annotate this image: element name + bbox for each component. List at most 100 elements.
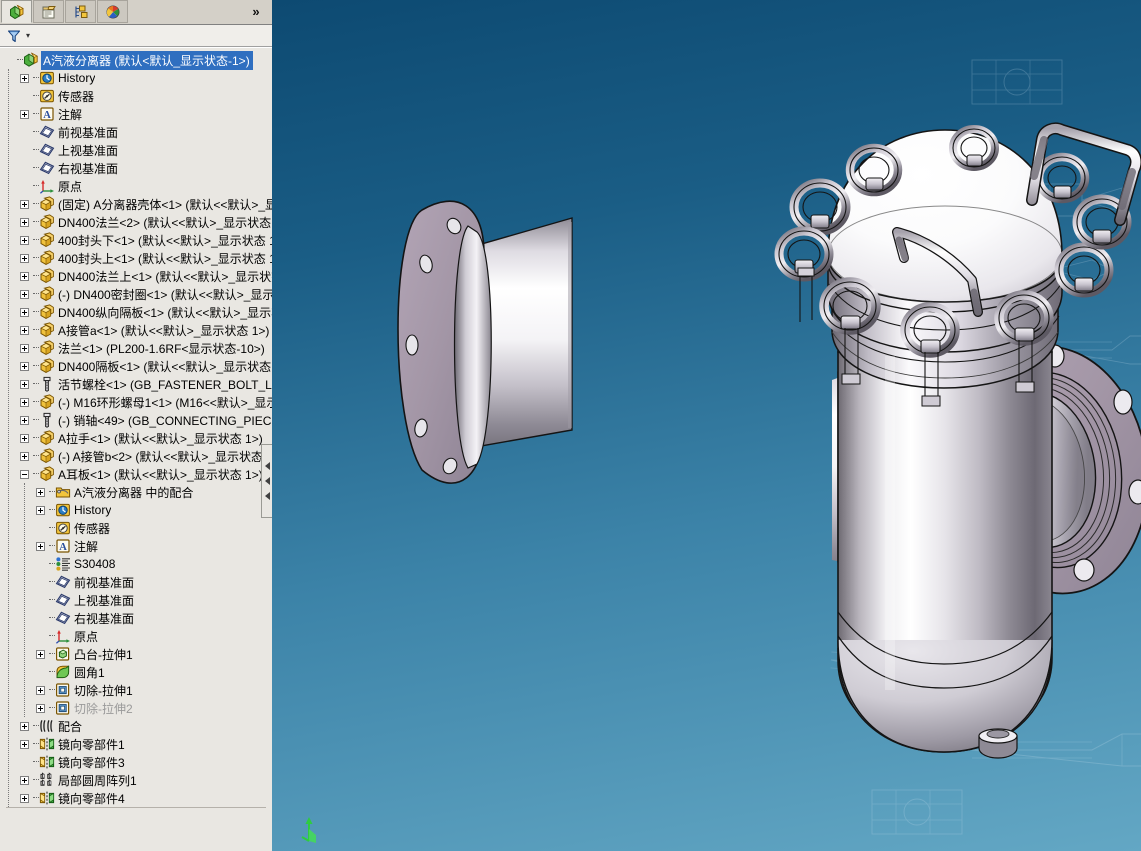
expand-icon[interactable] — [20, 775, 29, 785]
tree-item[interactable]: 镜向零部件1 — [0, 735, 272, 753]
graphics-area[interactable]: 03 02 — [272, 0, 1141, 851]
tree-item[interactable]: A汽液分离器 中的配合 — [0, 483, 272, 501]
tree-item[interactable]: 传感器 — [0, 519, 272, 537]
expand-icon[interactable] — [20, 451, 29, 461]
tree-connector — [29, 375, 39, 393]
tree-item[interactable]: A耳板<1> (默认<<默认>_显示状态 1>) — [0, 465, 272, 483]
tree-item[interactable]: 切除-拉伸1 — [0, 681, 272, 699]
tree-item[interactable]: 局部圆周阵列1 — [0, 771, 272, 789]
tree-item[interactable]: 传感器 — [0, 87, 272, 105]
tree-item[interactable]: 400封头下<1> (默认<<默认>_显示状态 1> — [0, 231, 272, 249]
filter-caret-icon[interactable]: ▾ — [26, 31, 30, 40]
svg-text:A: A — [59, 542, 67, 553]
tree-item-label: A拉手<1> (默认<<默认>_显示状态 1>) — [58, 431, 263, 446]
expand-icon[interactable] — [20, 379, 29, 389]
tree-item[interactable]: History — [0, 69, 272, 87]
expand-icon[interactable] — [20, 361, 29, 371]
tree-item[interactable]: 镜向零部件4 — [0, 789, 272, 807]
tree-item[interactable]: 前视基准面 — [0, 573, 272, 591]
tree-item[interactable]: 上视基准面 — [0, 591, 272, 609]
part-icon — [39, 322, 55, 338]
expand-icon[interactable] — [20, 721, 29, 731]
expand-icon[interactable] — [20, 289, 29, 299]
tree-item[interactable]: A 注解 — [0, 105, 272, 123]
bolt-icon — [39, 376, 55, 392]
filter-funnel-icon[interactable] — [6, 28, 22, 44]
expand-icon[interactable] — [20, 739, 29, 749]
expand-icon[interactable] — [36, 541, 45, 551]
tree-item[interactable]: 前视基准面 — [0, 123, 272, 141]
tree-item[interactable]: 镜向零部件3 — [0, 753, 272, 771]
tree-item-label: (-) M16环形螺母1<1> (M16<<默认>_显示 — [58, 395, 272, 410]
expand-icon[interactable] — [20, 73, 29, 83]
tree-item[interactable]: 右视基准面 — [0, 159, 272, 177]
tree-item[interactable]: 切除-拉伸2 — [0, 699, 272, 717]
feature-tree-icon — [9, 4, 25, 20]
expand-icon[interactable] — [20, 271, 29, 281]
expand-icon[interactable] — [36, 487, 45, 497]
tree-item[interactable]: 原点 — [0, 627, 272, 645]
tree-connector — [45, 591, 55, 609]
expand-icon[interactable] — [20, 343, 29, 353]
mates-folder-icon — [55, 484, 71, 500]
tree-item[interactable]: 上视基准面 — [0, 141, 272, 159]
configuration-manager-tab[interactable] — [65, 0, 96, 23]
expand-icon[interactable] — [20, 235, 29, 245]
expand-icon[interactable] — [36, 649, 45, 659]
tree-item[interactable]: (-) 销轴<49> (GB_CONNECTING_PIECE_P — [0, 411, 272, 429]
tree-item[interactable]: 配合 — [0, 717, 272, 735]
tree-item[interactable]: (-) DN400密封圈<1> (默认<<默认>_显示 — [0, 285, 272, 303]
expand-icon[interactable] — [20, 397, 29, 407]
expand-icon[interactable] — [36, 505, 45, 515]
tree-item[interactable]: 原点 — [0, 177, 272, 195]
display-manager-tab[interactable] — [97, 0, 128, 23]
tree-item[interactable]: A拉手<1> (默认<<默认>_显示状态 1>) — [0, 429, 272, 447]
expand-icon[interactable] — [20, 415, 29, 425]
tree-item[interactable]: A 注解 — [0, 537, 272, 555]
expand-icon[interactable] — [36, 703, 45, 713]
sensor-icon — [39, 88, 55, 104]
tree-splitter-handle[interactable] — [261, 444, 272, 518]
tree-item[interactable]: A接管a<1> (默认<<默认>_显示状态 1>) — [0, 321, 272, 339]
tree-item[interactable]: DN400纵向隔板<1> (默认<<默认>_显示状 — [0, 303, 272, 321]
expand-icon[interactable] — [20, 793, 29, 803]
tree-connector — [45, 699, 55, 717]
tree-item-label: 镜向零部件1 — [58, 737, 125, 752]
expand-icon[interactable] — [20, 325, 29, 335]
tree-item[interactable]: DN400隔板<1> (默认<<默认>_显示状态 1 — [0, 357, 272, 375]
feature-tree-scroll[interactable]: A汽液分离器 (默认<默认_显示状态-1>) History 传感器 A 注解 前… — [0, 47, 272, 851]
tree-item[interactable]: 右视基准面 — [0, 609, 272, 627]
tree-item-label: 切除-拉伸2 — [74, 701, 133, 716]
expand-icon[interactable] — [20, 217, 29, 227]
tree-item[interactable]: DN400法兰<2> (默认<<默认>_显示状态 1 — [0, 213, 272, 231]
tree-filter-bar[interactable]: ▾ — [0, 25, 272, 47]
expand-icon[interactable] — [20, 307, 29, 317]
tree-item[interactable]: (-) M16环形螺母1<1> (M16<<默认>_显示 — [0, 393, 272, 411]
tree-item[interactable]: S30408 — [0, 555, 272, 573]
tree-item[interactable]: 凸台-拉伸1 — [0, 645, 272, 663]
expand-icon[interactable] — [36, 685, 45, 695]
tree-item[interactable]: 法兰<1> (PL200-1.6RF<显示状态-10>) — [0, 339, 272, 357]
tree-item[interactable]: DN400法兰上<1> (默认<<默认>_显示状态 — [0, 267, 272, 285]
tree-item[interactable]: A汽液分离器 (默认<默认_显示状态-1>) — [0, 50, 272, 70]
expand-icon[interactable] — [20, 433, 29, 443]
tree-connector — [29, 447, 39, 465]
feature-manager-tab[interactable] — [1, 0, 32, 23]
tab-overflow-button[interactable]: » — [246, 2, 266, 20]
tree-item[interactable]: 圆角1 — [0, 663, 272, 681]
configuration-icon — [73, 4, 89, 20]
tree-item[interactable]: History — [0, 501, 272, 519]
property-manager-tab[interactable] — [33, 0, 64, 23]
tree-item[interactable]: 400封头上<1> (默认<<默认>_显示状态 1> — [0, 249, 272, 267]
tree-item[interactable]: 活节螺栓<1> (GB_FASTENER_BOLT_LNB — [0, 375, 272, 393]
tree-item[interactable]: (固定) A分离器壳体<1> (默认<<默认>_显示 — [0, 195, 272, 213]
tree-item-label: A接管a<1> (默认<<默认>_显示状态 1>) — [58, 323, 270, 338]
expand-icon[interactable] — [20, 109, 29, 119]
plane-icon — [39, 160, 55, 176]
expand-icon[interactable] — [20, 253, 29, 263]
expand-icon[interactable] — [20, 199, 29, 209]
tree-item[interactable]: (-) A接管b<2> (默认<<默认>_显示状态 1> — [0, 447, 272, 465]
tree-guide-line — [24, 483, 26, 717]
collapse-icon[interactable] — [20, 469, 29, 479]
tree-item-label: 局部圆周阵列1 — [58, 773, 137, 788]
